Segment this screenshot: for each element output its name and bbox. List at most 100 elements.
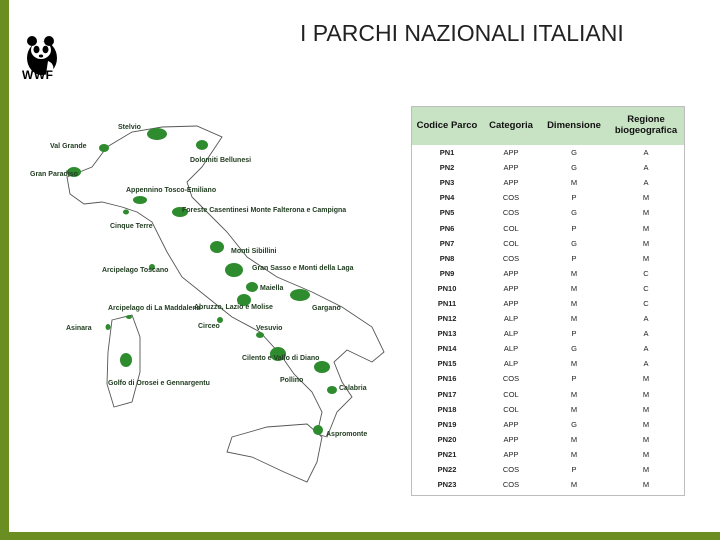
cell-dimensione: M (570, 404, 578, 414)
map-label: Aspromonte (326, 431, 367, 438)
cell-categoria: COS (502, 208, 520, 218)
logo-text: WWF (22, 68, 54, 82)
cell-categoria: COS (502, 193, 520, 203)
cell-dimensione: M (570, 480, 578, 490)
map-label: Gran Paradiso (30, 171, 78, 178)
cell-categoria: APP (503, 449, 519, 459)
park-cinque-terre (123, 209, 129, 215)
cell-dimensione: P (571, 465, 577, 475)
cell-dimensione: M (570, 389, 578, 399)
cell-codice-parco: PN6 (439, 223, 455, 233)
park-pollino (314, 361, 330, 373)
map-label: Monti Sibillini (231, 248, 277, 255)
park-calabria (327, 386, 337, 394)
table-row: PN14 ALP G A (412, 341, 684, 356)
cell-dimensione: G (571, 419, 577, 429)
cell-categoria: COL (503, 389, 519, 399)
cell-dimensione: G (571, 163, 577, 173)
cell-categoria: APP (503, 148, 519, 158)
cell-regione: C (643, 298, 649, 308)
cell-dimensione: M (570, 449, 578, 459)
table-header-row: Codice Parco Categoria Dimensione Region… (412, 107, 684, 145)
cell-regione: M (642, 253, 650, 263)
cell-regione: M (642, 480, 650, 490)
map-label: Foreste Casentinesi Monte Falterona e Ca… (182, 207, 346, 214)
cell-regione: M (642, 374, 650, 384)
cell-codice-parco: PN11 (437, 298, 457, 308)
cell-codice-parco: PN5 (439, 208, 455, 218)
table-row: PN2 APP G A (412, 160, 684, 175)
header-codice-parco: Codice Parco (412, 107, 482, 145)
map-label: Appennino Tosco-Emiliano (126, 187, 216, 194)
table-row: PN10 APP M C (412, 281, 684, 296)
cell-categoria: COL (503, 238, 519, 248)
table-row: PN12 ALP M A (412, 311, 684, 326)
header-dimensione: Dimensione (540, 107, 608, 145)
map-label: Gran Sasso e Monti della Laga (252, 265, 354, 272)
italy-parks-map: Stelvio Val Grande Gran Paradiso Dolomit… (30, 124, 385, 483)
cell-codice-parco: PN17 (437, 389, 457, 399)
cell-categoria: APP (503, 419, 519, 429)
cell-codice-parco: PN9 (439, 268, 455, 278)
park-la-maddalena (126, 315, 132, 319)
park-val-grande (99, 144, 109, 152)
cell-regione: A (643, 178, 649, 188)
table-row: PN4 COS P M (412, 190, 684, 205)
park-stelvio (147, 128, 167, 140)
cell-categoria: COL (503, 223, 519, 233)
park-maiella (246, 282, 258, 292)
cell-regione: M (642, 389, 650, 399)
table-row: PN23 COS M M (412, 477, 684, 492)
cell-regione: C (643, 268, 649, 278)
map-label: Pollino (280, 377, 303, 384)
bottom-frame-bar (9, 532, 720, 540)
cell-codice-parco: PN3 (439, 178, 455, 188)
header-categoria: Categoria (482, 107, 540, 145)
park-appennino-tosco-emiliano (133, 196, 147, 204)
cell-dimensione: M (570, 298, 578, 308)
cell-codice-parco: PN23 (437, 480, 457, 490)
cell-categoria: ALP (503, 329, 519, 339)
cell-dimensione: M (570, 178, 578, 188)
park-monti-sibillini (210, 241, 224, 253)
table-row: PN7 COL G M (412, 236, 684, 251)
cell-dimensione: P (571, 193, 577, 203)
cell-categoria: COL (503, 404, 519, 414)
map-label: Dolomiti Bellunesi (190, 157, 251, 164)
cell-codice-parco: PN18 (437, 404, 457, 414)
cell-codice-parco: PN22 (437, 465, 457, 475)
cell-regione: M (642, 419, 650, 429)
map-label: Arcipelago Toscano (102, 267, 168, 274)
cell-regione: M (642, 404, 650, 414)
cell-regione: M (642, 223, 650, 233)
cell-codice-parco: PN21 (437, 449, 457, 459)
map-label: Abruzzo, Lazio e Molise (194, 304, 273, 311)
cell-regione: M (642, 238, 650, 248)
cell-categoria: APP (503, 163, 519, 173)
cell-categoria: COS (502, 374, 520, 384)
table-row: PN9 APP M C (412, 266, 684, 281)
cell-regione: A (643, 329, 649, 339)
table-row: PN5 COS G M (412, 205, 684, 220)
cell-dimensione: M (570, 283, 578, 293)
cell-regione: M (642, 193, 650, 203)
cell-regione: A (643, 359, 649, 369)
cell-categoria: ALP (503, 314, 519, 324)
cell-regione: M (642, 449, 650, 459)
cell-categoria: ALP (503, 359, 519, 369)
cell-dimensione: P (571, 223, 577, 233)
cell-regione: M (642, 208, 650, 218)
park-vesuvio (256, 332, 264, 338)
sicily-outline (226, 423, 323, 483)
cell-categoria: APP (503, 298, 519, 308)
parks-table-container: Codice Parco Categoria Dimensione Region… (411, 106, 685, 496)
cell-categoria: COS (502, 465, 520, 475)
cell-dimensione: P (571, 253, 577, 263)
cell-regione: C (643, 283, 649, 293)
table-row: PN15 ALP M A (412, 356, 684, 371)
cell-regione: A (643, 148, 649, 158)
map-label: Gargano (312, 305, 341, 312)
map-label: Cilento e Vallo di Diano (242, 355, 319, 362)
cell-categoria: COS (502, 480, 520, 490)
cell-codice-parco: PN20 (437, 434, 457, 444)
